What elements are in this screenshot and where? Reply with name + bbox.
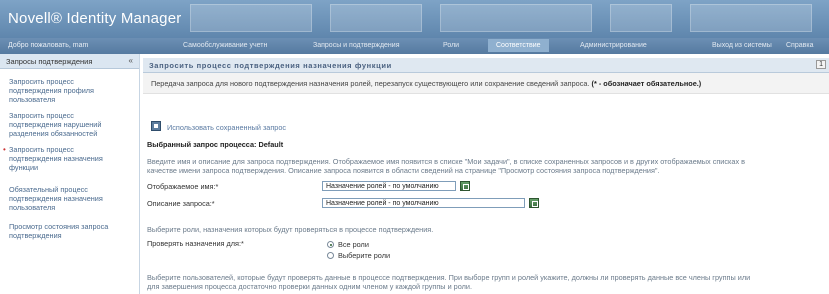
banner-decoration (690, 4, 812, 32)
sidebar-item-role-assignment-attestation[interactable]: Запросить процесс подтверждения назначен… (9, 145, 135, 172)
logout-link[interactable]: Выход из системы (712, 42, 772, 49)
tab-compliance[interactable]: Соответствие (488, 39, 549, 52)
sidebar-header: Запросы подтверждения « (0, 54, 139, 69)
app-banner: Novell® Identity Manager (0, 0, 829, 38)
sidebar-item-label: пользователя (9, 203, 56, 212)
radio-select-roles[interactable] (327, 252, 334, 259)
active-item-bullet: • (3, 145, 6, 154)
selected-request-label: Выбранный запрос процесса: Default (147, 140, 284, 149)
banner-decoration (440, 4, 592, 32)
tab-self-service[interactable]: Самообслуживание учетн (183, 42, 267, 49)
tab-administration[interactable]: Администрирование (580, 42, 647, 49)
info-text: Передача запроса для нового подтверждени… (151, 79, 701, 88)
sidebar-item-sod-attestation[interactable]: Запросить процесс подтверждения нарушени… (9, 111, 135, 138)
radio-all-roles[interactable] (327, 241, 334, 248)
page-header: Запросить процесс подтверждения назначен… (143, 58, 829, 73)
info-bar: Передача запроса для нового подтверждени… (143, 73, 829, 94)
saved-request-icon[interactable] (151, 121, 161, 131)
description-text: Введите имя и описание для запроса подтв… (147, 157, 745, 166)
sidebar-item-label: Запросить процесс (9, 77, 74, 86)
description-text: качестве имени запроса подтверждения. Оп… (147, 166, 660, 175)
page-title: Запросить процесс подтверждения назначен… (149, 61, 392, 70)
app-title: Novell® Identity Manager (8, 10, 182, 27)
use-saved-request-link[interactable]: Использовать сохраненный запрос (167, 123, 286, 132)
display-name-input[interactable]: Назначение ролей - по умолчанию (322, 181, 456, 191)
sidebar-item-label: подтверждения назначения (9, 194, 103, 203)
banner-decoration (190, 4, 312, 32)
radio-all-roles-label: Все роли (338, 240, 369, 249)
radio-select-roles-label: Выберите роли (338, 251, 391, 260)
sidebar-item-label: Просмотр состояния запроса (9, 222, 109, 231)
localize-icon[interactable] (529, 198, 539, 208)
main-content: Запросить процесс подтверждения назначен… (139, 54, 829, 294)
required-note: (* - обозначает обязательное.) (591, 79, 702, 88)
sidebar-item-label: подтверждения назначения (9, 154, 103, 163)
sidebar-item-label: подтверждения (9, 231, 62, 240)
sidebar-item-profile-attestation[interactable]: Запросить процесс подтверждения профиля … (9, 77, 135, 104)
collapse-icon[interactable]: « (129, 56, 133, 65)
sidebar-item-label: пользователя (9, 95, 56, 104)
banner-decoration (330, 4, 422, 32)
sidebar-item-label: Обязательный процесс (9, 185, 88, 194)
sidebar: Запросы подтверждения « Запросить процес… (0, 54, 140, 294)
header-badge[interactable]: 1 (816, 60, 826, 69)
display-name-label: Отображаемое имя:* (147, 182, 219, 191)
sidebar-item-label: разделения обязанностей (9, 129, 98, 138)
sidebar-item-label: функции (9, 163, 39, 172)
roles-hint: Выберите роли, назначения которых будут … (147, 225, 434, 234)
sidebar-item-label: Запросить процесс (9, 111, 74, 120)
sidebar-item-label: подтверждения нарушений (9, 120, 102, 129)
request-description-input[interactable]: Назначение ролей - по умолчанию (322, 198, 525, 208)
localize-icon[interactable] (460, 181, 470, 191)
tab-requests-approvals[interactable]: Запросы и подтверждения (313, 42, 400, 49)
info-text-main: Передача запроса для нового подтверждени… (151, 79, 590, 88)
sidebar-item-label: Запросить процесс (9, 145, 74, 154)
help-link[interactable]: Справка (786, 42, 813, 49)
sidebar-item-label: подтверждения профиля (9, 86, 94, 95)
top-navbar: Добро пожаловать, mam Самообслуживание у… (0, 38, 829, 54)
welcome-text: Добро пожаловать, mam (8, 42, 89, 49)
users-hint: Выберите пользователей, которые будут пр… (147, 273, 751, 282)
users-hint: для завершения процесса достаточно прове… (147, 282, 472, 291)
sidebar-item-request-status[interactable]: Просмотр состояния запроса подтверждения (9, 222, 135, 240)
sidebar-title: Запросы подтверждения (6, 57, 93, 66)
sidebar-item-user-assignment-attestation[interactable]: Обязательный процесс подтверждения назна… (9, 185, 135, 212)
request-description-label: Описание запроса:* (147, 199, 215, 208)
check-assignments-label: Проверять назначения для:* (147, 239, 244, 248)
tab-roles[interactable]: Роли (443, 42, 459, 49)
banner-decoration (610, 4, 672, 32)
